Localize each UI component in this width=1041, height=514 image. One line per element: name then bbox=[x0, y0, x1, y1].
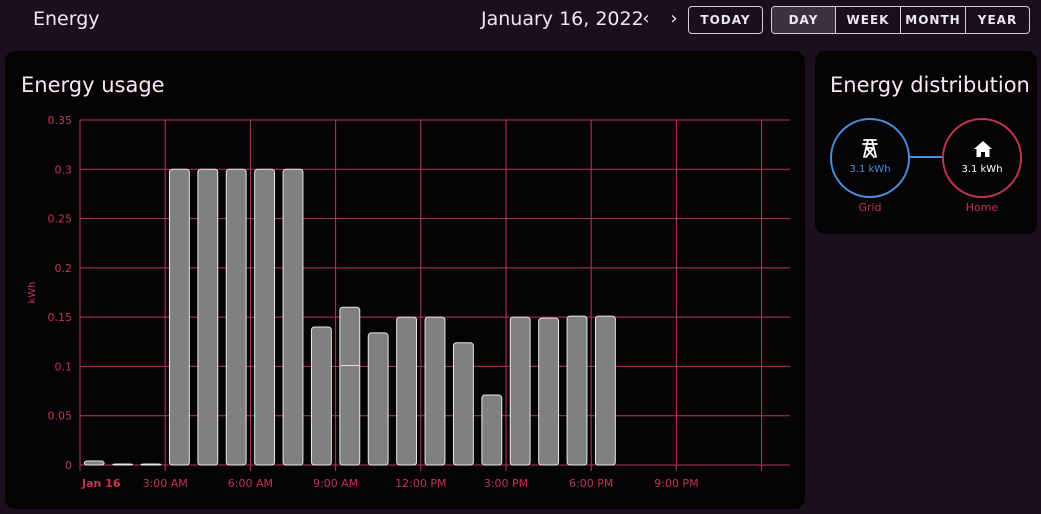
usage-bar bbox=[197, 168, 219, 466]
x-tick-label: 9:00 AM bbox=[313, 477, 358, 490]
y-axis-label: kWh bbox=[27, 281, 38, 303]
page-title: Energy bbox=[33, 8, 100, 30]
y-tick-label: 0.1 bbox=[55, 360, 73, 373]
usage-bar bbox=[339, 306, 361, 466]
x-tick-label: 3:00 AM bbox=[143, 477, 188, 490]
usage-bar bbox=[282, 168, 304, 466]
y-tick-label: 0.05 bbox=[48, 410, 73, 423]
usage-bar bbox=[509, 316, 531, 466]
usage-bar bbox=[83, 460, 105, 466]
home-value: 3.1 kWh bbox=[961, 164, 1003, 175]
grid-value: 3.1 kWh bbox=[849, 164, 891, 175]
usage-bar bbox=[594, 315, 616, 466]
date-label: January 16, 2022 bbox=[481, 8, 644, 30]
x-tick-label: 6:00 PM bbox=[569, 477, 613, 490]
period-selector: DAY WEEK MONTH YEAR bbox=[771, 6, 1030, 34]
home-node[interactable]: 3.1 kWh bbox=[942, 118, 1022, 198]
usage-bar bbox=[452, 342, 474, 466]
usage-bar bbox=[140, 463, 162, 466]
period-day-button[interactable]: DAY bbox=[772, 7, 836, 33]
y-tick-label: 0.15 bbox=[48, 311, 73, 324]
x-tick-label: 9:00 PM bbox=[654, 477, 698, 490]
energy-distribution-title: Energy distribution bbox=[830, 73, 1030, 97]
usage-bar bbox=[310, 326, 332, 466]
period-year-button[interactable]: YEAR bbox=[966, 7, 1029, 33]
home-label: Home bbox=[965, 201, 999, 214]
usage-bar bbox=[481, 394, 503, 466]
today-button[interactable]: TODAY bbox=[688, 6, 763, 34]
usage-bar bbox=[168, 168, 190, 466]
y-tick-label: 0.3 bbox=[55, 163, 73, 176]
y-tick-label: 0.25 bbox=[48, 213, 73, 226]
period-week-button[interactable]: WEEK bbox=[836, 7, 901, 33]
top-bar: Energy January 16, 2022 ‹ › TODAY DAY WE… bbox=[0, 0, 1041, 40]
usage-bar bbox=[566, 315, 588, 466]
usage-bar bbox=[424, 316, 446, 466]
x-tick-label: 3:00 PM bbox=[484, 477, 528, 490]
x-tick-label: 6:00 AM bbox=[228, 477, 273, 490]
x-tick-label: Jan 16 bbox=[81, 477, 121, 490]
usage-bar bbox=[112, 463, 134, 466]
energy-usage-card: Energy usage 0 0.05 0.1 0.15 0.2 0.25 0.3 0.35 J… bbox=[5, 51, 805, 509]
energy-usage-chart: 0 0.05 0.1 0.15 0.2 0.25 0.3 0.35 Jan 16 3:00 AM 6… bbox=[27, 114, 790, 490]
period-month-button[interactable]: MONTH bbox=[901, 7, 966, 33]
grid-label: Grid bbox=[858, 201, 882, 214]
y-tick-label: 0.2 bbox=[55, 262, 73, 275]
usage-bar bbox=[396, 316, 418, 466]
usage-bar bbox=[254, 168, 276, 466]
chevron-right-icon[interactable]: › bbox=[664, 8, 684, 30]
usage-bar bbox=[538, 317, 560, 466]
y-tick-label: 0 bbox=[65, 459, 72, 472]
transmission-tower-icon bbox=[862, 139, 878, 158]
energy-distribution-card: Energy distribution 3.1 kWh Grid 3.1 kWh… bbox=[815, 51, 1037, 234]
chevron-left-icon[interactable]: ‹ bbox=[636, 8, 656, 30]
x-tick-label: 12:00 PM bbox=[395, 477, 446, 490]
usage-bar bbox=[367, 332, 389, 466]
y-tick-label: 0.35 bbox=[48, 114, 73, 127]
grid-node[interactable]: 3.1 kWh bbox=[830, 118, 910, 198]
grid-home-link bbox=[909, 156, 943, 158]
usage-bar bbox=[225, 168, 247, 466]
home-icon bbox=[974, 141, 992, 157]
